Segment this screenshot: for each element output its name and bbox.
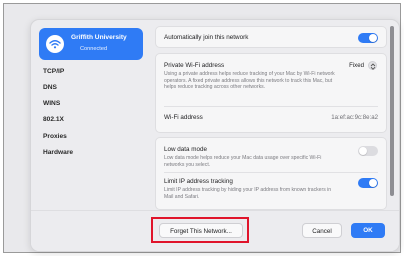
limit-ip-label: Limit IP address tracking [164, 178, 233, 185]
sidebar-item-wins[interactable]: WINS [43, 100, 60, 107]
low-data-toggle[interactable] [358, 146, 378, 156]
auto-join-label: Automatically join this network [164, 34, 249, 41]
network-card[interactable]: Griffith University Connected [39, 28, 143, 60]
sidebar-item-8021x[interactable]: 802.1X [43, 116, 64, 123]
auto-join-row: Automatically join this network [155, 26, 387, 48]
chevron-updown-icon[interactable] [368, 61, 377, 70]
private-address-label: Private Wi-Fi address [164, 62, 225, 69]
network-status: Connected [80, 46, 108, 52]
scrollbar[interactable] [390, 26, 394, 196]
wifi-address-label: Wi-Fi address [164, 114, 203, 121]
sidebar-item-hardware[interactable]: Hardware [43, 149, 73, 156]
data-group: Low data mode Low data mode helps reduce… [155, 137, 387, 210]
auto-join-toggle[interactable] [358, 33, 378, 43]
cancel-button[interactable]: Cancel [302, 223, 342, 238]
ok-button[interactable]: OK [351, 223, 385, 238]
forget-network-button[interactable]: Forget This Network... [159, 223, 243, 238]
sidebar: Griffith University Connected TCP/IP DNS… [31, 20, 149, 210]
low-data-label: Low data mode [164, 146, 208, 153]
divider [164, 106, 378, 107]
sidebar-item-dns[interactable]: DNS [43, 84, 57, 91]
sidebar-item-tcpip[interactable]: TCP/IP [43, 68, 64, 75]
low-data-description: Low data mode helps reduce your Mac data… [164, 155, 322, 168]
limit-ip-description: Limit IP address tracking by hiding your… [164, 187, 332, 200]
wifi-address-value: 1a:ef:ac:9c:8e:a2 [331, 114, 378, 121]
divider [164, 172, 378, 173]
network-details-sheet: Griffith University Connected TCP/IP DNS… [30, 19, 400, 252]
network-name: Griffith University [71, 34, 127, 41]
address-group: Private Wi-Fi address Fixed Using a priv… [155, 53, 387, 133]
screenshot-frame: Griffith University Connected TCP/IP DNS… [3, 3, 401, 253]
limit-ip-toggle[interactable] [358, 178, 378, 188]
sheet-footer: Forget This Network... Cancel OK [31, 210, 399, 251]
wifi-icon [46, 35, 64, 53]
private-address-select[interactable]: Fixed [349, 62, 364, 69]
sidebar-item-proxies[interactable]: Proxies [43, 133, 67, 140]
private-address-description: Using a private address helps reduce tra… [164, 71, 335, 91]
